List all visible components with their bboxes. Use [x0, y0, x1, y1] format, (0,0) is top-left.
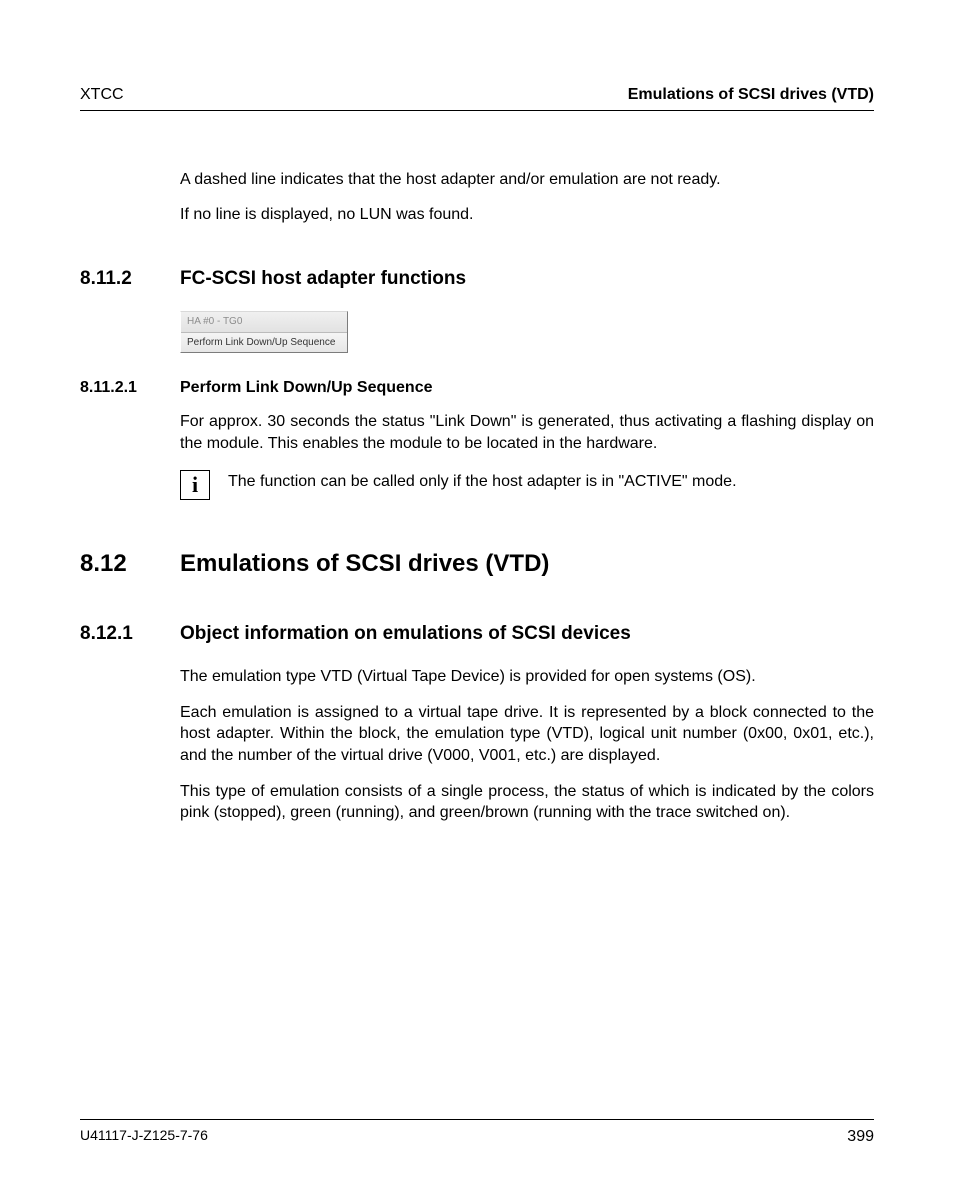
section-title: Emulations of SCSI drives (VTD) [180, 548, 549, 580]
section-8-12: 8.12 Emulations of SCSI drives (VTD) [80, 548, 874, 580]
info-icon: i [180, 470, 210, 500]
subsection-8-11-2-1: 8.11.2.1 Perform Link Down/Up Sequence [80, 377, 874, 399]
header-left: XTCC [80, 84, 124, 106]
section-8-12-1: 8.12.1 Object information on emulations … [80, 621, 874, 647]
section-number: 8.11.2 [80, 266, 180, 292]
subsection-title: Perform Link Down/Up Sequence [180, 377, 432, 399]
menu-item-perform-link[interactable]: Perform Link Down/Up Sequence [181, 333, 347, 353]
section-number: 8.12.1 [80, 621, 180, 647]
paragraph-2: Each emulation is assigned to a virtual … [180, 702, 874, 767]
section-title: Object information on emulations of SCSI… [180, 621, 631, 647]
footer-page-number: 399 [847, 1126, 874, 1148]
paragraph-1: The emulation type VTD (Virtual Tape Dev… [180, 666, 874, 688]
info-note: i The function can be called only if the… [180, 468, 874, 500]
menu-header: HA #0 - TG0 [181, 312, 347, 333]
info-text: The function can be called only if the h… [228, 468, 874, 493]
context-menu: HA #0 - TG0 Perform Link Down/Up Sequenc… [180, 311, 348, 353]
intro-paragraph-1: A dashed line indicates that the host ad… [180, 169, 874, 191]
section-8-11-2: 8.11.2 FC-SCSI host adapter functions [80, 266, 874, 292]
page-header: XTCC Emulations of SCSI drives (VTD) [80, 84, 874, 111]
page-footer: U41117-J-Z125-7-76 399 [80, 1119, 874, 1148]
intro-paragraph-2: If no line is displayed, no LUN was foun… [180, 204, 874, 226]
section-number: 8.12 [80, 548, 180, 580]
header-right: Emulations of SCSI drives (VTD) [628, 84, 874, 106]
paragraph-3: This type of emulation consists of a sin… [180, 781, 874, 824]
footer-doc-id: U41117-J-Z125-7-76 [80, 1126, 208, 1148]
subsection-paragraph: For approx. 30 seconds the status "Link … [180, 411, 874, 454]
subsection-number: 8.11.2.1 [80, 377, 180, 399]
section-title: FC-SCSI host adapter functions [180, 266, 466, 292]
